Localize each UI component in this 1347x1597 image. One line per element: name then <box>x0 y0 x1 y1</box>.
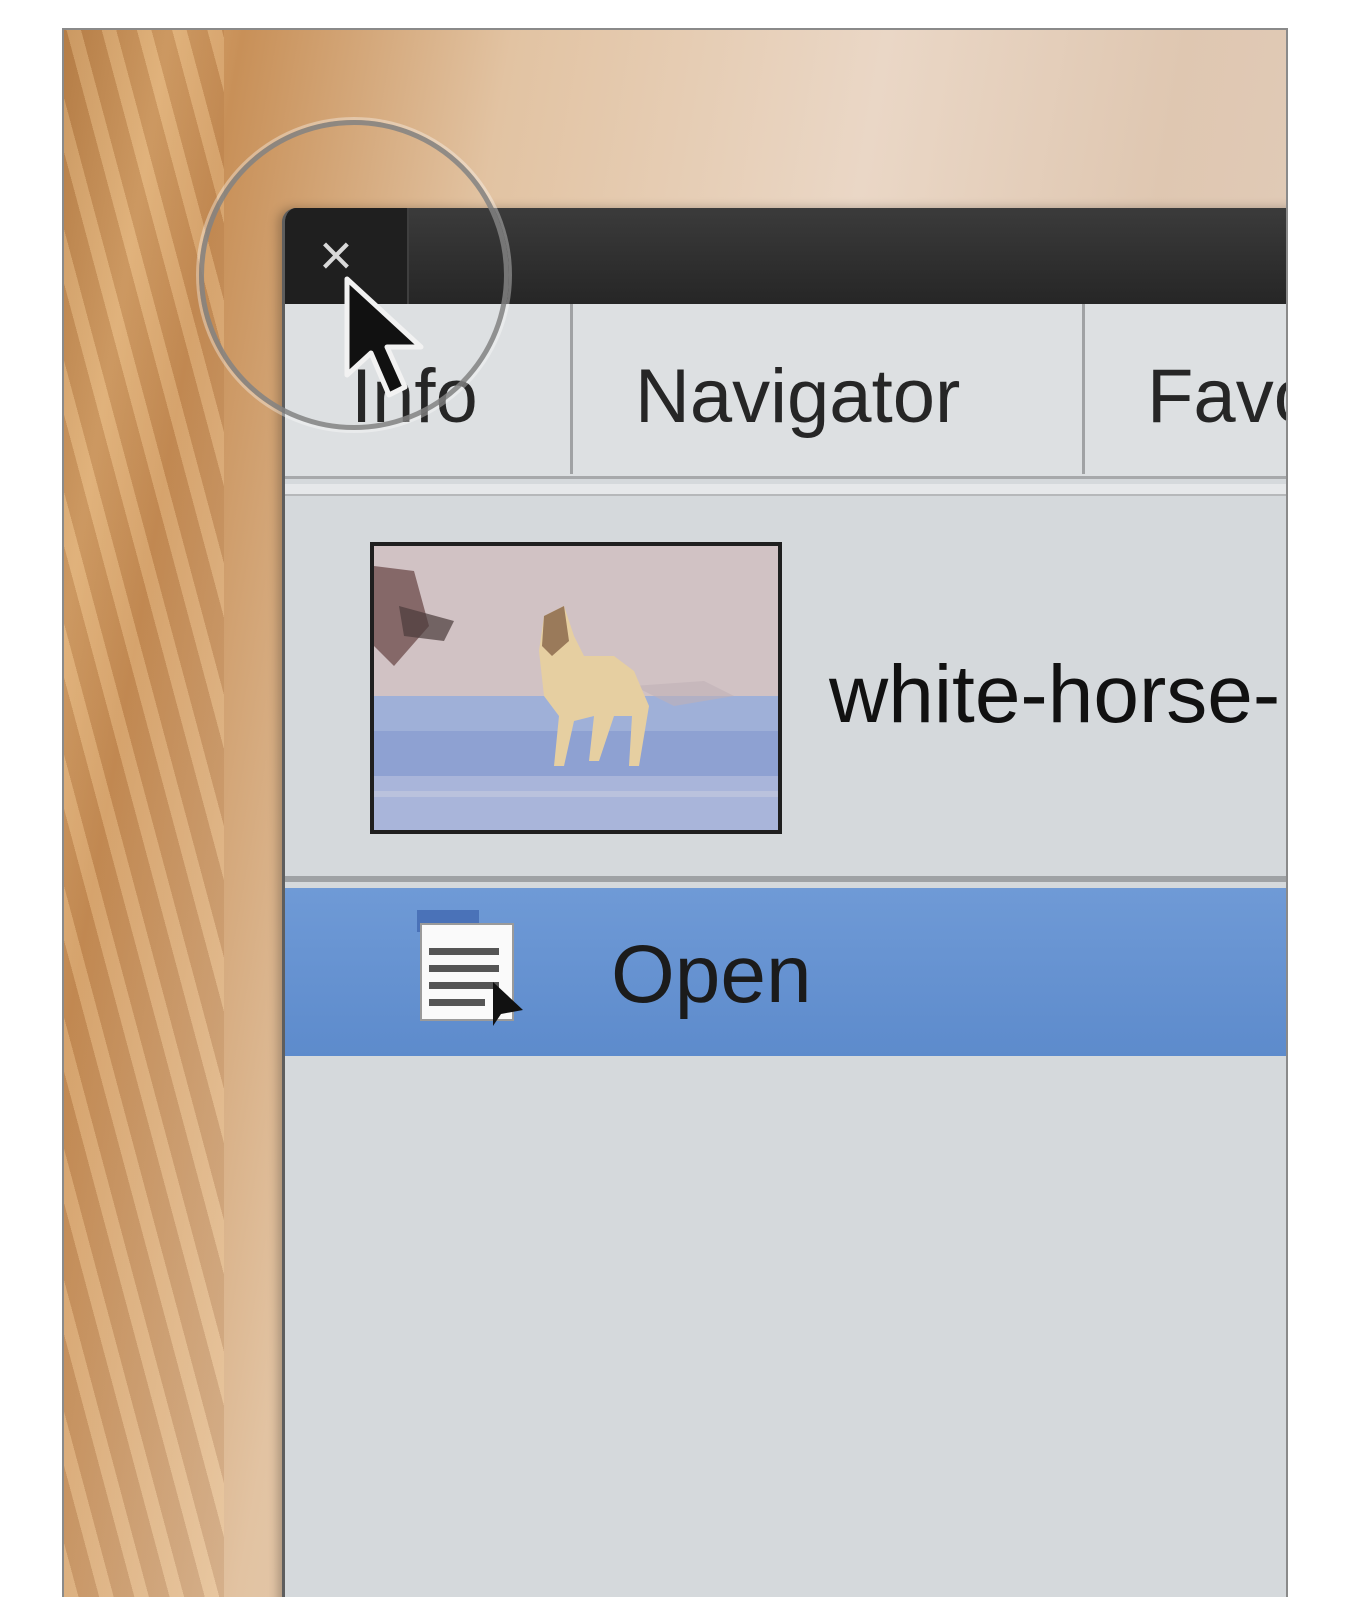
close-button[interactable]: × <box>285 208 409 304</box>
tab-bar: Info Navigator Favor <box>285 304 1286 479</box>
panel-titlebar: × <box>285 208 1286 304</box>
tab-navigator[interactable]: Navigator <box>573 304 1085 474</box>
divider <box>285 876 1286 882</box>
tab-info[interactable]: Info <box>285 304 573 474</box>
tab-favorites[interactable]: Favor <box>1085 304 1286 474</box>
file-row: white-horse- <box>285 498 1286 878</box>
open-action-item[interactable]: Open <box>285 888 1286 1056</box>
screenshot-frame: × Info Navigator Favor <box>62 28 1288 1597</box>
tab-separator <box>285 484 1286 496</box>
horse-image <box>374 546 778 830</box>
desktop-background <box>64 30 224 1597</box>
inspector-panel: × Info Navigator Favor <box>282 208 1286 1597</box>
document-open-icon <box>415 910 525 1030</box>
close-icon[interactable]: × <box>319 223 353 288</box>
panel-content-area <box>285 1056 1286 1597</box>
open-label: Open <box>611 929 812 1020</box>
image-thumbnail <box>370 542 782 834</box>
file-name: white-horse- <box>829 649 1281 740</box>
